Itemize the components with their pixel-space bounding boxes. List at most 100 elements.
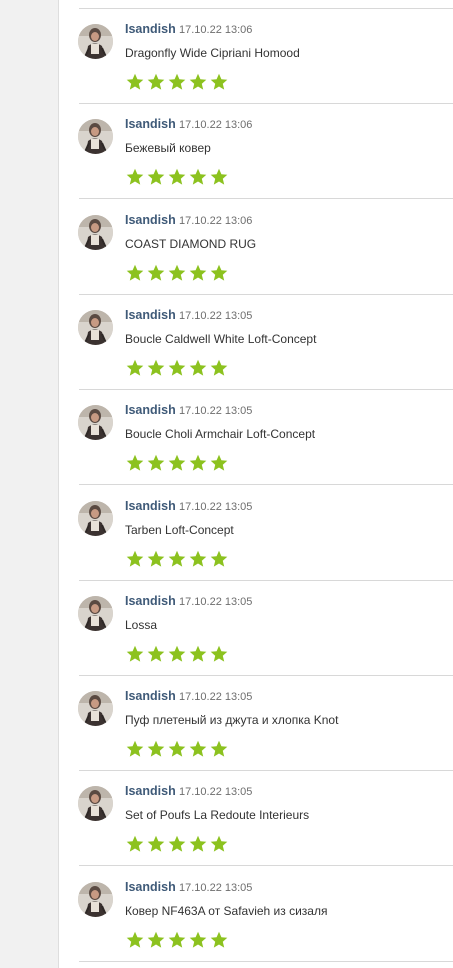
star-filled-icon <box>168 454 186 471</box>
star-filled-icon <box>189 931 207 948</box>
user-name[interactable]: Isandish <box>125 117 176 131</box>
star-filled-icon <box>168 550 186 567</box>
product-name[interactable]: Boucle Caldwell White Loft-Concept <box>125 332 316 346</box>
review-date: 17.10.22 13:06 <box>179 24 253 36</box>
star-filled-icon <box>210 169 228 185</box>
user-name[interactable]: Isandish <box>125 784 176 798</box>
page: Isandish 17.10.22 13:06 Dragonfly Wide C… <box>0 0 453 968</box>
avatar[interactable] <box>78 595 113 631</box>
star-rating <box>126 359 228 377</box>
avatar-photo-icon <box>78 214 113 250</box>
review-item: Isandish 17.10.22 13:05 Set of Poufs La … <box>59 771 453 867</box>
product-name[interactable]: Boucle Choli Armchair Loft-Concept <box>125 427 315 441</box>
star-filled-icon <box>126 264 144 281</box>
star-filled-icon <box>210 931 228 948</box>
avatar-photo-icon <box>78 786 113 822</box>
star-filled-icon <box>168 359 186 376</box>
product-name[interactable]: Set of Poufs La Redoute Interieurs <box>125 808 309 822</box>
avatar-photo-icon <box>78 309 113 345</box>
user-name[interactable]: Isandish <box>125 213 176 227</box>
star-filled-icon <box>168 931 186 948</box>
avatar-photo-icon <box>78 691 113 727</box>
review-item: Isandish 17.10.22 13:05 Ковер NF463A от … <box>59 867 453 962</box>
star-filled-icon <box>189 550 207 567</box>
star-filled-icon <box>189 454 207 471</box>
avatar[interactable] <box>78 691 113 727</box>
review-item: Isandish 17.10.22 13:06 Бежевый ковер <box>59 104 453 200</box>
star-rating <box>126 835 228 853</box>
review-date: 17.10.22 13:05 <box>179 405 253 418</box>
star-filled-icon <box>210 740 228 757</box>
star-filled-icon <box>210 73 228 90</box>
avatar[interactable] <box>78 786 113 822</box>
star-filled-icon <box>147 264 165 281</box>
star-rating <box>126 454 228 472</box>
star-filled-icon <box>168 169 186 185</box>
star-filled-icon <box>126 454 144 471</box>
star-filled-icon <box>189 645 207 662</box>
star-filled-icon <box>147 359 165 376</box>
user-name[interactable]: Isandish <box>125 499 176 513</box>
avatar-photo-icon <box>78 500 113 536</box>
user-name[interactable]: Isandish <box>125 308 176 322</box>
review-item: Isandish 17.10.22 13:05 Boucle Caldwell … <box>59 295 453 390</box>
star-filled-icon <box>147 550 165 567</box>
product-name[interactable]: Dragonfly Wide Cipriani Homood <box>125 46 300 60</box>
avatar[interactable] <box>78 309 113 345</box>
review-divider <box>79 960 453 962</box>
star-filled-icon <box>210 645 228 662</box>
star-filled-icon <box>189 264 207 281</box>
star-filled-icon <box>126 73 144 90</box>
review-item: Isandish 17.10.22 13:05 Tarben Loft-Conc… <box>59 486 453 581</box>
product-name[interactable]: Бежевый ковер <box>125 141 211 155</box>
user-name[interactable]: Isandish <box>125 594 176 608</box>
review-date: 17.10.22 13:05 <box>179 881 253 894</box>
star-filled-icon <box>210 359 228 376</box>
star-filled-icon <box>168 645 186 662</box>
review-item: Isandish 17.10.22 13:06 COAST DIAMOND RU… <box>59 200 453 295</box>
review-date: 17.10.22 13:06 <box>179 214 253 227</box>
star-filled-icon <box>147 454 165 471</box>
star-filled-icon <box>126 740 144 757</box>
product-name[interactable]: Lossa <box>125 618 157 632</box>
review-date: 17.10.22 13:05 <box>179 500 253 513</box>
star-filled-icon <box>168 836 186 852</box>
avatar[interactable] <box>78 24 113 59</box>
avatar[interactable] <box>78 881 113 917</box>
star-filled-icon <box>168 740 186 757</box>
product-name[interactable]: COAST DIAMOND RUG <box>125 237 256 251</box>
avatar-photo-icon <box>78 119 113 155</box>
avatar[interactable] <box>78 119 113 155</box>
star-filled-icon <box>210 836 228 852</box>
user-name[interactable]: Isandish <box>125 403 176 417</box>
star-filled-icon <box>210 264 228 281</box>
review-feed: Isandish 17.10.22 13:06 Dragonfly Wide C… <box>59 0 453 968</box>
star-filled-icon <box>210 550 228 567</box>
star-filled-icon <box>189 169 207 185</box>
star-rating <box>126 645 228 663</box>
avatar[interactable] <box>78 405 113 441</box>
star-filled-icon <box>147 169 165 185</box>
star-filled-icon <box>147 836 165 852</box>
review-date: 17.10.22 13:05 <box>179 309 253 322</box>
star-filled-icon <box>189 73 207 90</box>
user-name[interactable]: Isandish <box>125 22 176 36</box>
user-name[interactable]: Isandish <box>125 689 176 703</box>
star-filled-icon <box>147 645 165 662</box>
avatar-photo-icon <box>78 881 113 917</box>
review-item: Isandish 17.10.22 13:05 Lossa <box>59 581 453 676</box>
product-name[interactable]: Ковер NF463A от Safavieh из сизаля <box>125 904 327 918</box>
product-name[interactable]: Пуф плетеный из джута и хлопка Knot <box>125 713 338 727</box>
star-rating <box>126 168 228 186</box>
star-rating <box>126 73 228 91</box>
product-name[interactable]: Tarben Loft-Concept <box>125 523 234 537</box>
review-item: Isandish 17.10.22 13:05 Boucle Choli Arm… <box>59 390 453 486</box>
star-filled-icon <box>126 359 144 376</box>
user-name[interactable]: Isandish <box>125 880 176 894</box>
review-date: 17.10.22 13:06 <box>179 119 253 132</box>
star-filled-icon <box>147 740 165 757</box>
star-filled-icon <box>189 740 207 757</box>
star-filled-icon <box>126 645 144 662</box>
avatar[interactable] <box>78 500 113 536</box>
avatar[interactable] <box>78 214 113 250</box>
